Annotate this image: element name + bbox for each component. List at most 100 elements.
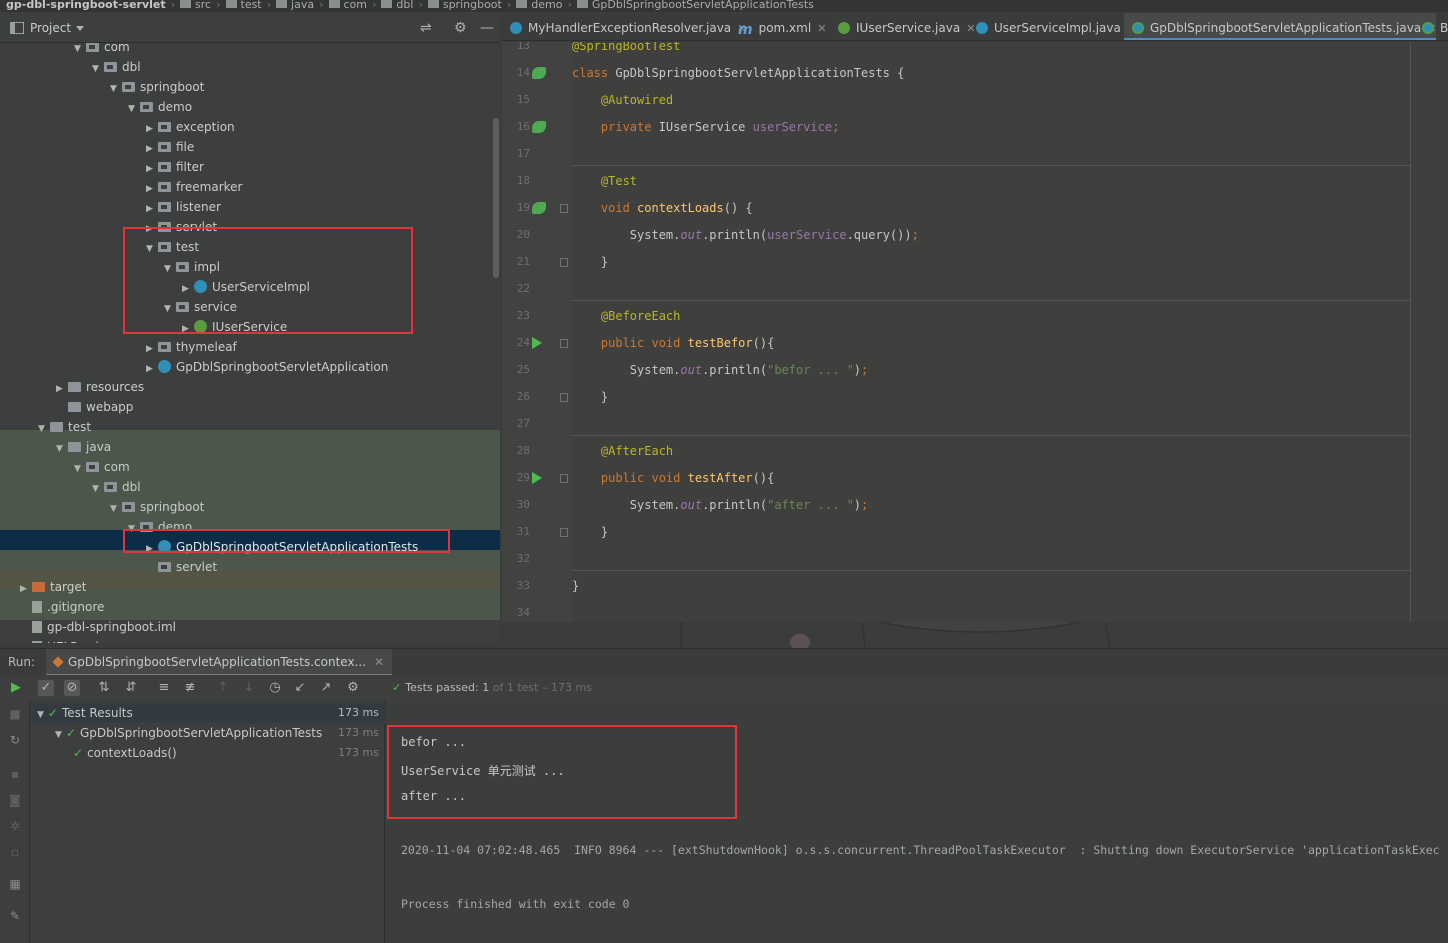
- tree-item[interactable]: ▼ dbl: [92, 477, 141, 497]
- expanded-arrow-icon[interactable]: ▼: [56, 439, 68, 459]
- expanded-arrow-icon[interactable]: ▼: [110, 499, 122, 519]
- tree-item[interactable]: webapp: [56, 397, 133, 417]
- spring-bean-icon[interactable]: [532, 121, 546, 133]
- collapsed-arrow-icon[interactable]: ▶: [146, 119, 158, 139]
- run-test-icon[interactable]: [532, 472, 542, 484]
- tree-item[interactable]: HELP.md: [20, 637, 99, 643]
- layout-icon[interactable]: ▦: [8, 877, 22, 891]
- editor-tab[interactable]: GpDblSpringbootServletApplicationTests.j…: [1124, 13, 1437, 40]
- expanded-arrow-icon[interactable]: ▼: [38, 419, 50, 439]
- tree-item[interactable]: ▶ exception: [146, 117, 235, 137]
- pin-icon[interactable]: ✎: [8, 909, 22, 923]
- tree-item[interactable]: ▶ thymeleaf: [146, 337, 237, 357]
- fold-marker-icon[interactable]: [560, 339, 568, 348]
- fold-marker-icon[interactable]: [560, 258, 568, 267]
- export-tests-icon[interactable]: ↗: [318, 680, 334, 696]
- collapsed-arrow-icon[interactable]: ▶: [146, 199, 158, 219]
- tree-item[interactable]: ▼ demo: [128, 97, 192, 117]
- expanded-arrow-icon[interactable]: ▼: [92, 59, 104, 79]
- fold-marker-icon[interactable]: [560, 393, 568, 402]
- previous-failed-icon[interactable]: ↑: [215, 680, 231, 696]
- next-failed-icon[interactable]: ↓: [241, 680, 257, 696]
- tree-item[interactable]: ▶ GpDblSpringbootServletApplication: [146, 357, 388, 377]
- collapse-all-icon[interactable]: ≢: [182, 680, 198, 696]
- restore-layout-icon[interactable]: ↻: [8, 733, 22, 747]
- collapsed-arrow-icon[interactable]: ▶: [20, 579, 32, 599]
- tree-item[interactable]: ▶ file: [146, 137, 194, 157]
- tree-item[interactable]: ▼ java: [56, 437, 111, 457]
- editor-tab[interactable]: UserServiceImpl.java✕: [968, 13, 1136, 40]
- tree-item[interactable]: ▼ test: [38, 417, 91, 437]
- collapsed-arrow-icon[interactable]: ▶: [146, 339, 158, 359]
- close-icon[interactable]: ▫: [8, 845, 22, 859]
- breadcrumb-item[interactable]: dbl: [396, 0, 413, 10]
- close-icon[interactable]: ✕: [817, 22, 826, 35]
- gear-icon[interactable]: ⚙: [454, 21, 467, 35]
- expanded-arrow-icon[interactable]: ▼: [37, 710, 44, 720]
- tree-item[interactable]: ▼ dbl: [92, 57, 141, 77]
- camera-icon[interactable]: ◙: [8, 793, 22, 807]
- expanded-arrow-icon[interactable]: ▼: [74, 459, 86, 479]
- spring-bean-icon[interactable]: [532, 67, 546, 79]
- breadcrumb-item[interactable]: GpDblSpringbootServletApplicationTests: [592, 0, 814, 10]
- tree-item[interactable]: servlet: [146, 557, 217, 577]
- editor-tab[interactable]: MyHandlerExceptionResolver.java ✕: [502, 13, 746, 40]
- import-tests-icon[interactable]: ↙: [292, 680, 308, 696]
- chevron-down-icon[interactable]: [76, 26, 84, 31]
- collapsed-arrow-icon[interactable]: ▶: [146, 159, 158, 179]
- expanded-arrow-icon[interactable]: ▼: [110, 79, 122, 99]
- sort-duration-icon[interactable]: ⇵: [123, 680, 139, 696]
- gear-icon[interactable]: ⚙: [345, 680, 361, 696]
- tree-scrollbar[interactable]: [493, 118, 499, 278]
- pin-tab-icon[interactable]: ▪: [8, 767, 22, 781]
- show-passed-icon[interactable]: ✓: [38, 680, 54, 696]
- show-ignored-icon[interactable]: ⊘: [64, 680, 80, 696]
- tree-item[interactable]: ▶ resources: [56, 377, 144, 397]
- tree-item[interactable]: ▶ freemarker: [146, 177, 242, 197]
- run-configuration-tab[interactable]: GpDblSpringbootServletApplicationTests.c…: [46, 649, 393, 676]
- breadcrumb-item[interactable]: java: [291, 0, 314, 10]
- breadcrumb-item[interactable]: demo: [531, 0, 562, 10]
- editor-tab[interactable]: IUserService.java ✕: [830, 13, 975, 40]
- fold-marker-icon[interactable]: [560, 474, 568, 483]
- expanded-arrow-icon[interactable]: ▼: [55, 730, 62, 740]
- editor-tab[interactable]: m pom.xml ✕: [730, 13, 826, 40]
- collapsed-arrow-icon[interactable]: ▶: [146, 359, 158, 379]
- settings-icon[interactable]: ✲: [8, 819, 22, 833]
- expand-all-icon[interactable]: ≡: [156, 680, 172, 696]
- code-editor[interactable]: 13 14 15 16 17 18 19 20 21 22 23 24 25 26 27 28 29 30 31 32…: [502, 42, 1448, 622]
- expanded-arrow-icon[interactable]: ▼: [74, 43, 86, 59]
- run-test-icon[interactable]: [532, 337, 542, 349]
- test-result-row[interactable]: ✓ contextLoads(): [73, 743, 177, 763]
- history-icon[interactable]: ◷: [267, 680, 283, 696]
- test-result-row[interactable]: ▼ ✓ Test Results: [37, 703, 133, 723]
- close-icon[interactable]: ✕: [374, 655, 384, 669]
- collapsed-arrow-icon[interactable]: ▶: [146, 139, 158, 159]
- breadcrumb-item[interactable]: src: [195, 0, 211, 10]
- collapsed-arrow-icon[interactable]: ▶: [56, 379, 68, 399]
- test-result-row[interactable]: ▼ ✓ GpDblSpringbootServletApplicationTests: [55, 723, 322, 743]
- tree-item[interactable]: .gitignore: [20, 597, 104, 617]
- fold-marker-icon[interactable]: [560, 528, 568, 537]
- editor-tab[interactable]: Be: [1414, 13, 1448, 40]
- breadcrumb-item[interactable]: test: [241, 0, 262, 10]
- tree-item[interactable]: ▶ target: [20, 577, 87, 597]
- sort-alpha-icon[interactable]: ⇅: [96, 680, 112, 696]
- stop-icon[interactable]: ■: [8, 707, 22, 721]
- breadcrumb-item[interactable]: com: [344, 0, 368, 10]
- tree-item[interactable]: ▶ filter: [146, 157, 204, 177]
- spring-bean-icon[interactable]: [532, 202, 546, 214]
- expanded-arrow-icon[interactable]: ▼: [128, 99, 140, 119]
- breadcrumb-item[interactable]: springboot: [443, 0, 502, 10]
- collapse-icon[interactable]: ⇌: [420, 21, 432, 35]
- tree-item[interactable]: gp-dbl-springboot.iml: [20, 617, 176, 637]
- tree-item[interactable]: ▼ springboot: [110, 497, 204, 517]
- minimize-icon[interactable]: —: [480, 21, 494, 35]
- project-panel-title[interactable]: Project: [30, 21, 71, 35]
- expanded-arrow-icon[interactable]: ▼: [92, 479, 104, 499]
- tree-item[interactable]: ▼ springboot: [110, 77, 204, 97]
- fold-marker-icon[interactable]: [560, 204, 568, 213]
- tree-item[interactable]: ▶ listener: [146, 197, 221, 217]
- breadcrumb-item[interactable]: gp-dbl-springboot-servlet: [6, 0, 166, 10]
- tree-item[interactable]: ▼ com: [74, 457, 130, 477]
